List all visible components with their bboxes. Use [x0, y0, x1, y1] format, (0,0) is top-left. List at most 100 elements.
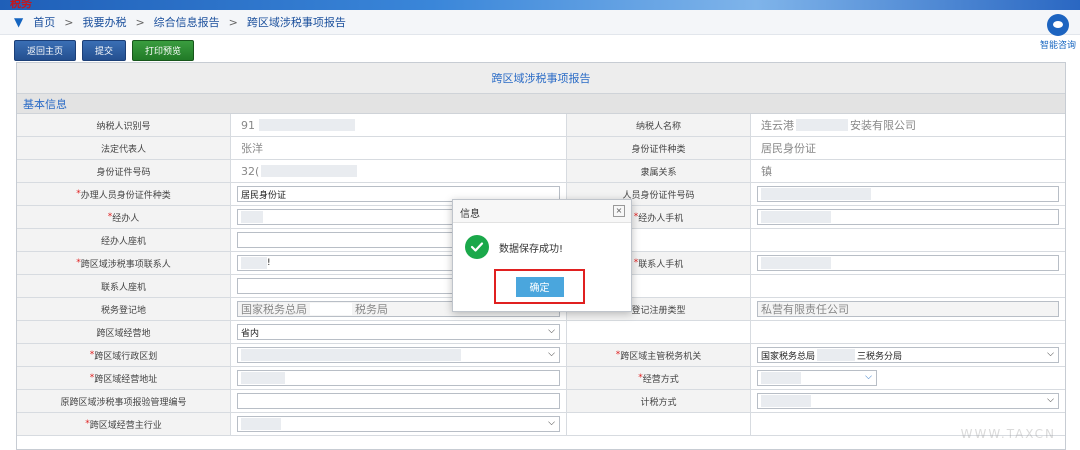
empty-cell	[567, 321, 751, 343]
chevron-down-icon: ⌵	[548, 418, 555, 428]
field-value	[231, 367, 567, 389]
print-preview-button[interactable]: 打印预览	[132, 40, 195, 61]
redaction	[241, 211, 263, 223]
submit-button[interactable]: 提交	[82, 40, 127, 61]
contact-landline-label: 联系人座机	[100, 282, 146, 293]
smart-consult-button[interactable]: 智能咨询	[1040, 14, 1076, 51]
confirm-button[interactable]: 确定	[515, 276, 564, 297]
field-label: 身份证件种类	[567, 137, 751, 159]
info-dialog: 信息 × 数据保存成功! 确定	[452, 199, 632, 312]
field-value: 张洋	[231, 137, 567, 159]
field-label: 纳税人识别号	[17, 114, 231, 136]
id-type-value: 居民身份证	[761, 142, 816, 155]
field-label: 税务登记地	[17, 298, 231, 320]
field-value: 居民身份证	[751, 137, 1065, 159]
form-row: * 跨区域经营地址 * 经营方式 ⌵	[17, 367, 1065, 390]
breadcrumb-current: 跨区域涉税事项报告	[246, 16, 346, 29]
redaction	[796, 119, 848, 131]
field-value	[751, 206, 1065, 228]
tax-authority-prefix: 国家税务总局	[761, 351, 816, 362]
empty-cell	[751, 229, 1065, 251]
breadcrumb-tax-service[interactable]: 我要办税	[82, 14, 126, 30]
brand-logo-text: 税务	[10, 0, 32, 10]
field-label: * 办理人员身份证件种类	[17, 183, 231, 205]
breadcrumb-home[interactable]: 首页	[33, 14, 55, 30]
redaction	[259, 119, 355, 131]
field-value	[751, 183, 1065, 205]
id-number-label: 身份证件号码	[96, 167, 151, 178]
field-value	[751, 252, 1065, 274]
taxpayer-name-label: 纳税人名称	[635, 121, 681, 132]
empty-cell	[567, 413, 751, 435]
taxpayer-id-label: 纳税人识别号	[96, 121, 151, 132]
original-mgmt-no-input[interactable]	[237, 393, 560, 409]
handler-id-number-label: 人员身份证件号码	[622, 190, 695, 201]
top-banner: 税务	[0, 0, 1080, 10]
field-label: * 跨区域经营主行业	[17, 413, 231, 435]
business-mode-select[interactable]: ⌵	[757, 370, 877, 386]
field-value: 私营有限责任公司	[751, 298, 1065, 320]
dialog-title: 信息	[460, 209, 480, 220]
breadcrumb-separator: >	[228, 15, 238, 29]
field-value: 32(	[231, 160, 567, 182]
tax-authority-select[interactable]: 国家税务总局 三税务分局 ⌵	[757, 347, 1059, 363]
form-row: 身份证件号码 32( 隶属关系 镇	[17, 160, 1065, 183]
back-home-button[interactable]: 返回主页	[14, 40, 77, 61]
section-basic-info: 基本信息	[17, 94, 1065, 114]
redaction	[241, 418, 281, 430]
handler-id-number-input[interactable]	[757, 186, 1059, 202]
dialog-header: 信息 ×	[453, 200, 631, 223]
business-mode-label: 经营方式	[642, 374, 679, 385]
business-address-input[interactable]	[237, 370, 560, 386]
main-industry-select[interactable]: ⌵	[237, 416, 560, 432]
field-label: 身份证件号码	[17, 160, 231, 182]
field-value: 国家税务总局 三税务分局 ⌵	[751, 344, 1065, 366]
field-value: 连云港 安装有限公司	[751, 114, 1065, 136]
taxpayer-name-suffix: 安装有限公司	[850, 119, 916, 132]
handler-mobile-input[interactable]	[757, 209, 1059, 225]
handler-id-type-label: 办理人员身份证件种类	[80, 190, 171, 201]
dialog-body: 数据保存成功!	[465, 235, 563, 259]
reg-type-input: 私营有限责任公司	[757, 301, 1059, 317]
field-label: 跨区域经营地	[17, 321, 231, 343]
legal-rep-value: 张洋	[241, 142, 263, 155]
cross-region-place-value: 省内	[241, 328, 260, 339]
field-value: ⌵	[231, 413, 567, 435]
handler-landline-label: 经办人座机	[100, 236, 146, 247]
form-row: * 跨区域行政区划 ⌵ * 跨区域主管税务机关 国家税务总局 三税务分局 ⌵	[17, 344, 1065, 367]
field-value: 省内 ⌵	[231, 321, 567, 343]
toolbar: 返回主页 提交 打印预览	[14, 40, 195, 61]
field-value: ⌵	[751, 367, 1065, 389]
tax-method-label: 计税方式	[640, 397, 677, 408]
redaction	[310, 303, 352, 315]
form-row: 原跨区域涉税事项报验管理编号 计税方式 ⌵	[17, 390, 1065, 413]
chevron-down-icon: ⌵	[1047, 349, 1054, 359]
field-label: 纳税人名称	[567, 114, 751, 136]
field-value: ⌵	[231, 344, 567, 366]
admin-division-select[interactable]: ⌵	[237, 347, 560, 363]
confirm-highlight: 确定	[494, 269, 585, 304]
tax-method-select[interactable]: ⌵	[757, 393, 1059, 409]
cross-region-place-select[interactable]: 省内 ⌵	[237, 324, 560, 340]
redaction	[761, 211, 831, 223]
redaction	[241, 372, 285, 384]
main-industry-label: 跨区域经营主行业	[89, 420, 162, 431]
field-value: 91	[231, 114, 567, 136]
location-pin-icon: ▼	[14, 15, 24, 29]
tax-reg-place-suffix: 税务局	[355, 303, 388, 316]
affiliation-value: 镇	[761, 165, 772, 178]
redaction	[817, 349, 856, 361]
id-number-value: 32(	[241, 164, 260, 178]
breadcrumb-separator: >	[64, 15, 74, 29]
form-row: 法定代表人 张洋 身份证件种类 居民身份证	[17, 137, 1065, 160]
contact-mobile-input[interactable]	[757, 255, 1059, 271]
close-icon[interactable]: ×	[613, 205, 625, 217]
chevron-down-icon: ⌵	[548, 349, 555, 359]
form-row: 跨区域经营地 省内 ⌵	[17, 321, 1065, 344]
breadcrumb-info-report[interactable]: 综合信息报告	[154, 14, 220, 30]
redaction	[761, 395, 811, 407]
handler-mobile-label: 经办人手机	[638, 213, 684, 224]
reg-type-label: 登记注册类型	[631, 305, 686, 316]
field-label: 计税方式	[567, 390, 751, 412]
taxpayer-name-prefix: 连云港	[761, 119, 794, 132]
